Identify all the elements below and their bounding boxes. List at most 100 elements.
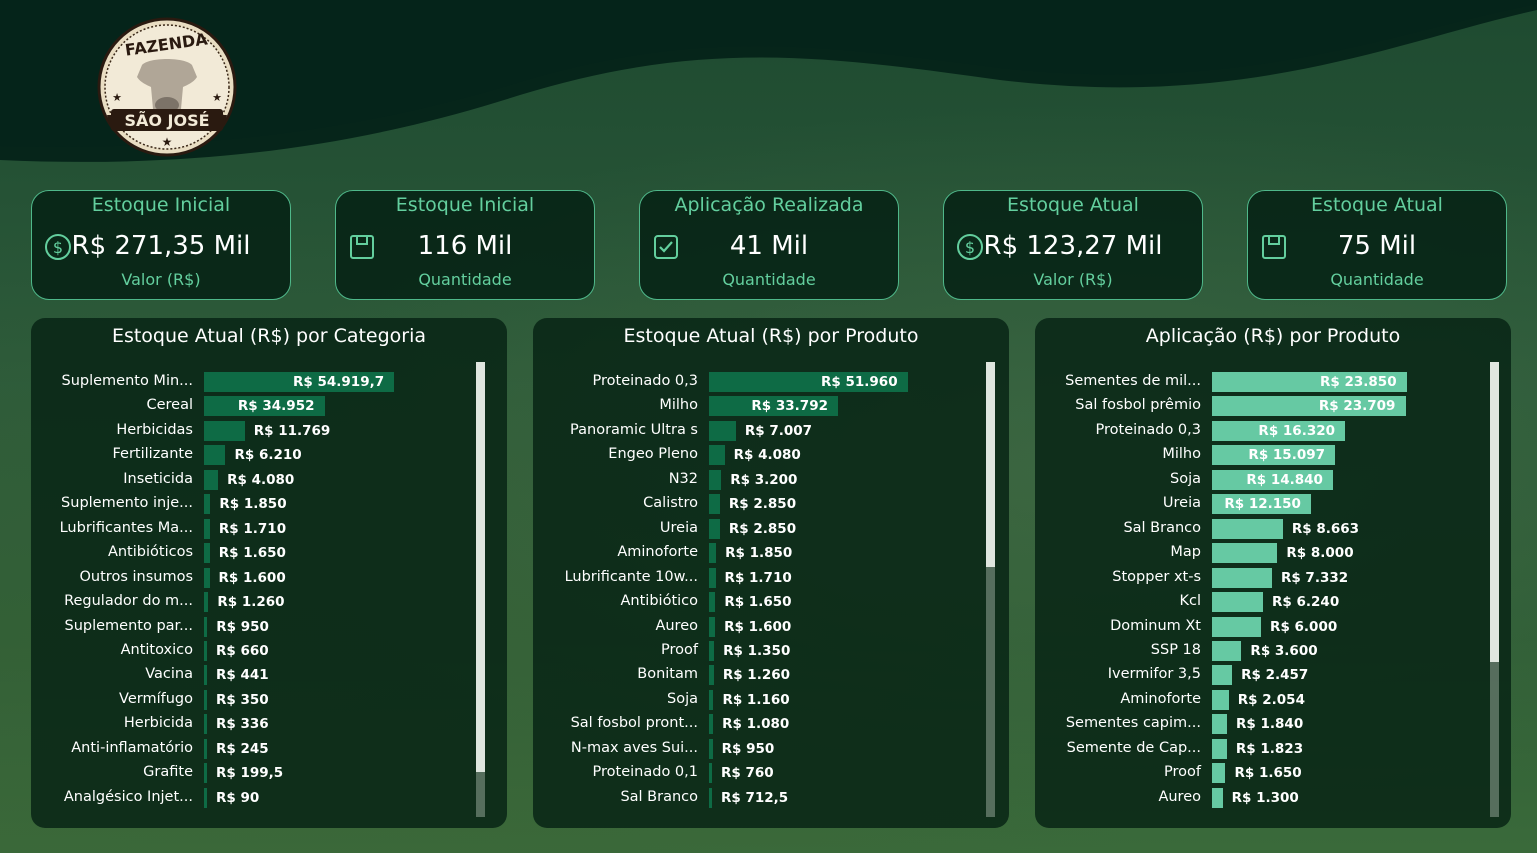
bar[interactable] xyxy=(709,567,716,588)
bar[interactable] xyxy=(204,689,207,710)
bar-row[interactable]: Aureo R$ 1.600 xyxy=(533,615,1009,639)
bar-row[interactable]: Herbicidas R$ 11.769 xyxy=(31,419,507,443)
bar-row[interactable]: Antibiótico R$ 1.650 xyxy=(533,590,1009,614)
scrollbar-thumb[interactable] xyxy=(476,362,485,772)
bar[interactable] xyxy=(204,616,208,637)
bar-row[interactable]: Lubrificantes Ma... R$ 1.710 xyxy=(31,517,507,541)
bar-row[interactable]: Aureo R$ 1.300 xyxy=(1035,786,1511,810)
bar-row[interactable]: Inseticida R$ 4.080 xyxy=(31,468,507,492)
bar-row[interactable]: N32 R$ 3.200 xyxy=(533,468,1009,492)
bar[interactable] xyxy=(204,543,210,564)
bar[interactable] xyxy=(204,518,210,539)
bar[interactable] xyxy=(1212,787,1223,808)
bar-row[interactable]: Lubrificante 10w... R$ 1.710 xyxy=(533,566,1009,590)
bar[interactable] xyxy=(709,469,722,490)
bar[interactable] xyxy=(204,567,210,588)
bar-row[interactable]: Regulador do m... R$ 1.260 xyxy=(31,590,507,614)
bar-row[interactable]: Suplemento inje... R$ 1.850 xyxy=(31,492,507,516)
bar[interactable] xyxy=(709,616,716,637)
bar-row[interactable]: Proof R$ 1.650 xyxy=(1035,761,1511,785)
bar-row[interactable]: Engeo Pleno R$ 4.080 xyxy=(533,443,1009,467)
bar[interactable] xyxy=(709,494,720,515)
bar[interactable] xyxy=(1212,714,1228,735)
bar[interactable] xyxy=(204,738,207,759)
bar-row[interactable]: Milho R$ 15.097 xyxy=(1035,443,1511,467)
bar-row[interactable]: Herbicida R$ 336 xyxy=(31,712,507,736)
bar-row[interactable]: Map R$ 8.000 xyxy=(1035,541,1511,565)
bar-row[interactable]: Antitoxico R$ 660 xyxy=(31,639,507,663)
bar[interactable] xyxy=(1212,616,1262,637)
bar[interactable] xyxy=(204,494,211,515)
bar[interactable] xyxy=(1212,592,1264,613)
bar-row[interactable]: Semente de Cap... R$ 1.823 xyxy=(1035,737,1511,761)
bar[interactable] xyxy=(1212,763,1226,784)
bar-row[interactable]: Kcl R$ 6.240 xyxy=(1035,590,1511,614)
bar-row[interactable]: Ureia R$ 2.850 xyxy=(533,517,1009,541)
bar[interactable] xyxy=(709,640,715,661)
bar[interactable] xyxy=(204,640,207,661)
bar-row[interactable]: Outros insumos R$ 1.600 xyxy=(31,566,507,590)
bar-row[interactable]: Proof R$ 1.350 xyxy=(533,639,1009,663)
bar[interactable] xyxy=(1212,689,1229,710)
bar[interactable] xyxy=(1212,567,1272,588)
scrollbar[interactable] xyxy=(476,362,485,817)
bar-row[interactable]: Aminoforte R$ 2.054 xyxy=(1035,688,1511,712)
bar-row[interactable]: Vermífugo R$ 350 xyxy=(31,688,507,712)
bar-row[interactable]: Sal Branco R$ 712,5 xyxy=(533,786,1009,810)
bar-row[interactable]: Proteinado 0,3 R$ 51.960 xyxy=(533,370,1009,394)
bar[interactable] xyxy=(709,420,736,441)
bar-row[interactable]: Sal fosbol pront... R$ 1.080 xyxy=(533,712,1009,736)
bar-row[interactable]: Antibióticos R$ 1.650 xyxy=(31,541,507,565)
bar-row[interactable]: N-max aves Sui... R$ 950 xyxy=(533,737,1009,761)
bar[interactable] xyxy=(709,543,717,564)
bar[interactable] xyxy=(204,445,226,466)
bar[interactable] xyxy=(204,592,209,613)
bar-row[interactable]: Panoramic Ultra s R$ 7.007 xyxy=(533,419,1009,443)
bar[interactable] xyxy=(1212,640,1242,661)
bar-row[interactable]: Stopper xt-s R$ 7.332 xyxy=(1035,566,1511,590)
bar-row[interactable]: SSP 18 R$ 3.600 xyxy=(1035,639,1511,663)
bar[interactable] xyxy=(709,665,714,686)
bar-row[interactable]: Sal fosbol prêmio R$ 23.709 xyxy=(1035,394,1511,418)
bar-row[interactable]: Grafite R$ 199,5 xyxy=(31,761,507,785)
bar-row[interactable]: Analgésico Injet... R$ 90 xyxy=(31,786,507,810)
bar[interactable] xyxy=(709,787,712,808)
bar-row[interactable]: Vacina R$ 441 xyxy=(31,663,507,687)
scrollbar[interactable] xyxy=(1490,362,1499,817)
scrollbar-thumb[interactable] xyxy=(986,362,995,567)
bar[interactable] xyxy=(709,445,725,466)
bar[interactable] xyxy=(204,714,207,735)
bar-row[interactable]: Anti-inflamatório R$ 245 xyxy=(31,737,507,761)
bar-row[interactable]: Ivermifor 3,5 R$ 2.457 xyxy=(1035,663,1511,687)
bar[interactable] xyxy=(204,665,207,686)
bar[interactable] xyxy=(709,592,716,613)
bar-row[interactable]: Sementes capim... R$ 1.840 xyxy=(1035,712,1511,736)
scrollbar-thumb[interactable] xyxy=(1490,362,1499,663)
bar-row[interactable]: Sal Branco R$ 8.663 xyxy=(1035,517,1511,541)
bar-row[interactable]: Milho R$ 33.792 xyxy=(533,394,1009,418)
bar-row[interactable]: Cereal R$ 34.952 xyxy=(31,394,507,418)
bar-row[interactable]: Suplemento Min... R$ 54.919,7 xyxy=(31,370,507,394)
bar[interactable] xyxy=(204,469,219,490)
bar-row[interactable]: Soja R$ 1.160 xyxy=(533,688,1009,712)
bar-row[interactable]: Proteinado 0,1 R$ 760 xyxy=(533,761,1009,785)
bar[interactable] xyxy=(709,714,714,735)
scrollbar[interactable] xyxy=(986,362,995,817)
bar-row[interactable]: Proteinado 0,3 R$ 16.320 xyxy=(1035,419,1511,443)
bar-row[interactable]: Dominum Xt R$ 6.000 xyxy=(1035,615,1511,639)
bar[interactable] xyxy=(204,787,207,808)
bar-row[interactable]: Sementes de mil... R$ 23.850 xyxy=(1035,370,1511,394)
bar[interactable] xyxy=(1212,738,1227,759)
bar-row[interactable]: Bonitam R$ 1.260 xyxy=(533,663,1009,687)
bar[interactable] xyxy=(709,518,720,539)
bar[interactable] xyxy=(204,420,245,441)
bar-row[interactable]: Calistro R$ 2.850 xyxy=(533,492,1009,516)
bar-row[interactable]: Fertilizante R$ 6.210 xyxy=(31,443,507,467)
bar-row[interactable]: Aminoforte R$ 1.850 xyxy=(533,541,1009,565)
bar[interactable] xyxy=(1212,665,1233,686)
bar[interactable] xyxy=(1212,518,1283,539)
bar[interactable] xyxy=(709,763,712,784)
bar[interactable] xyxy=(204,763,207,784)
bar[interactable] xyxy=(709,689,714,710)
bar[interactable] xyxy=(1212,543,1278,564)
